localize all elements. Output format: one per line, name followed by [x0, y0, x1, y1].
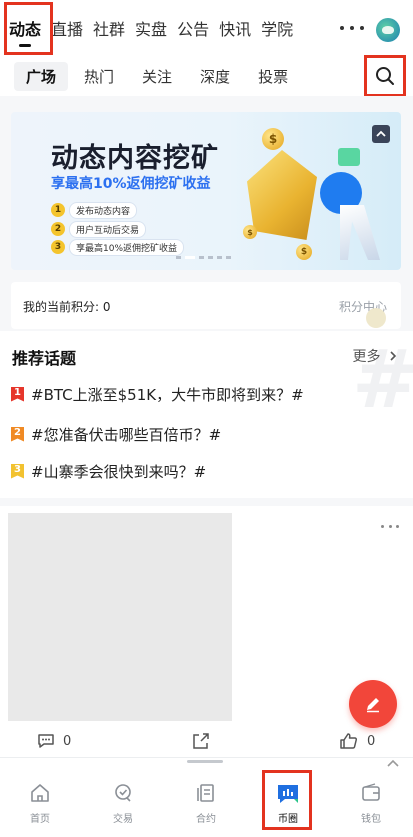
compose-post-button[interactable]: [349, 680, 397, 728]
contract-icon: [197, 784, 214, 802]
pencil-icon: [367, 698, 379, 713]
tab-community-label: 社群: [93, 20, 126, 39]
coin-icon: $: [296, 244, 312, 260]
more-menu-icon[interactable]: [340, 20, 364, 36]
subtab-following[interactable]: 关注: [130, 62, 184, 91]
nav-divider: [0, 757, 413, 758]
chevron-up-icon: [376, 130, 386, 137]
topics-more-link[interactable]: 更多: [353, 346, 397, 366]
tab-flash-news[interactable]: 快讯: [214, 0, 256, 56]
rank-badge-1: 1: [11, 386, 24, 402]
nav-wallet-label: 钱包: [361, 814, 381, 825]
tab-academy[interactable]: 学院: [256, 0, 298, 56]
banner-title: 动态内容挖矿: [51, 143, 219, 174]
subtab-in-depth[interactable]: 深度: [188, 62, 242, 91]
sub-tab-bar: 广场 热门 关注 深度 投票: [0, 56, 413, 96]
highlight-box-nav-community: [262, 770, 312, 830]
topic-item[interactable]: 3 #山寨季会很快到来吗？#: [11, 459, 206, 483]
search-button[interactable]: [364, 55, 406, 97]
topics-more-label: 更多: [352, 349, 381, 365]
coin-icon: $: [243, 225, 257, 239]
banner-pagination: [176, 256, 231, 259]
tab-announcement[interactable]: 公告: [172, 0, 214, 56]
nav-wallet[interactable]: 钱包: [341, 782, 401, 825]
topics-heading: 推荐话题: [12, 349, 77, 368]
chevron-right-icon: [390, 351, 397, 361]
share-button[interactable]: [191, 732, 211, 750]
rank-badge-2: 2: [11, 426, 24, 442]
subtab-hot[interactable]: 热门: [72, 62, 126, 91]
like-count: 0: [367, 733, 376, 749]
recommended-topics: # 推荐话题 更多 1 #BTC上涨至$51K，大牛市即将到来？# 2 #您准备…: [0, 331, 413, 498]
banner-subtitle: 享最高10%返佣挖矿收益: [51, 176, 211, 192]
subtab-square[interactable]: 广场: [14, 61, 69, 91]
tab-real-trading-label: 实盘: [135, 20, 168, 39]
points-decoration-icon: [366, 308, 386, 328]
banner-collapse-button[interactable]: [372, 125, 390, 143]
highlight-box-tab-dynamic: [4, 2, 53, 55]
bottom-nav: 首页 交易 合约 币圈 钱包: [0, 770, 413, 832]
topic-text: #BTC上涨至$51K，大牛市即将到来？#: [31, 385, 304, 404]
wallet-icon: [362, 783, 380, 801]
nav-contract[interactable]: 合约: [176, 782, 236, 825]
nav-home-label: 首页: [30, 814, 50, 825]
nav-trade-label: 交易: [113, 814, 133, 825]
tab-real-trading[interactable]: 实盘: [130, 0, 172, 56]
tab-announcement-label: 公告: [177, 20, 210, 39]
post-image-placeholder[interactable]: [8, 513, 232, 721]
avatar[interactable]: [376, 18, 400, 42]
comment-button[interactable]: 0: [36, 732, 71, 750]
post-actions-bar: 0 0: [0, 726, 413, 756]
topic-text: #您准备伏击哪些百倍币？#: [31, 425, 222, 444]
banner-step-1: 1 发布动态内容: [51, 201, 138, 219]
robot-head-illustration: [338, 148, 360, 166]
post-more-icon[interactable]: [381, 525, 399, 531]
topic-item[interactable]: 1 #BTC上涨至$51K，大牛市即将到来？#: [11, 382, 304, 406]
post-card[interactable]: [0, 506, 413, 757]
banner-step-3: 3 享最高10%返佣挖矿收益: [51, 238, 185, 256]
nav-trade[interactable]: 交易: [93, 782, 153, 825]
nav-home[interactable]: 首页: [10, 782, 70, 825]
subtab-vote[interactable]: 投票: [246, 62, 300, 91]
nav-contract-label: 合约: [196, 814, 216, 825]
coin-icon: $: [262, 128, 284, 150]
banner-step-2: 2 用户互动后交易: [51, 220, 147, 238]
share-icon: [193, 733, 209, 749]
drag-handle[interactable]: [187, 760, 223, 763]
topic-item[interactable]: 2 #您准备伏击哪些百倍币？#: [11, 422, 221, 446]
comment-count: 0: [63, 733, 72, 749]
tab-academy-label: 学院: [261, 20, 294, 39]
rank-badge-3: 3: [11, 463, 24, 479]
comment-icon: [38, 734, 54, 748]
tab-flash-news-label: 快讯: [219, 20, 252, 39]
tab-community[interactable]: 社群: [88, 0, 130, 56]
points-label: 我的当前积分: 0: [23, 300, 111, 314]
topic-text: #山寨季会很快到来吗？#: [31, 462, 207, 481]
points-card: 我的当前积分: 0 积分中心: [11, 282, 401, 329]
search-icon: [376, 67, 394, 85]
thumbs-up-icon: [340, 733, 358, 749]
like-button[interactable]: 0: [339, 732, 375, 750]
home-icon: [31, 784, 49, 802]
trade-icon: [115, 784, 131, 802]
tab-live-label: 直播: [51, 20, 84, 39]
